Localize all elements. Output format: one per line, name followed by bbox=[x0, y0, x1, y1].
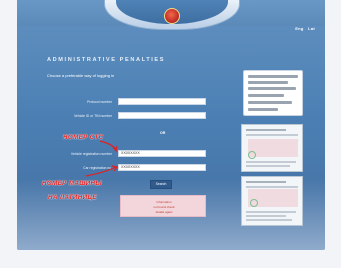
annotation-latin: НА ЛАТИНИЦЕ bbox=[48, 194, 97, 201]
arrow-to-plate-icon bbox=[85, 166, 117, 177]
annotation-plate: НОМЕР МАШИНЫ bbox=[42, 180, 102, 187]
annotation-stc: НОМЕР СТС bbox=[63, 134, 104, 141]
annotation-arrows bbox=[85, 140, 119, 177]
page: Eng Lat ADMINISTRATIVE PENALTIES Choose … bbox=[0, 0, 341, 268]
